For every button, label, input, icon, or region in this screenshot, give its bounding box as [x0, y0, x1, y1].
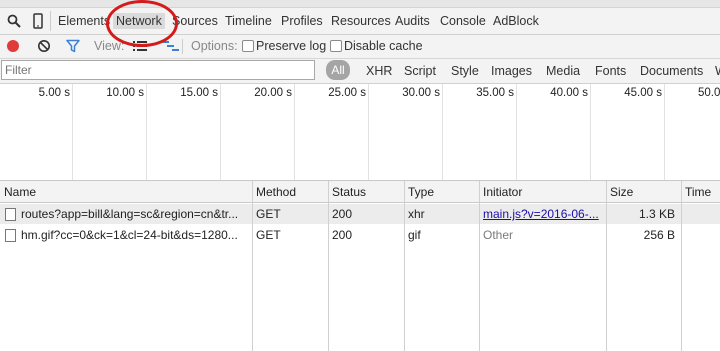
- filter-input[interactable]: [1, 60, 315, 80]
- column-header-size[interactable]: Size: [606, 181, 681, 203]
- document-icon: [5, 208, 16, 221]
- overview-gridline: [664, 84, 665, 180]
- column-divider[interactable]: [328, 181, 329, 351]
- filter-images-button[interactable]: Images: [491, 64, 532, 78]
- network-toolbar: View: Options: Preserve log Disable cach…: [0, 35, 720, 59]
- column-header-method[interactable]: Method: [252, 181, 328, 203]
- clear-icon[interactable]: [37, 39, 51, 53]
- request-type: gif: [408, 228, 421, 242]
- network-request-table: Name Method Status Type Initiator Size T…: [0, 181, 720, 351]
- filter-media-button[interactable]: Media: [546, 64, 580, 78]
- overview-waterfall-icon[interactable]: [163, 40, 179, 52]
- overview-gridline: [368, 84, 369, 180]
- tab-audits[interactable]: Audits: [395, 14, 430, 28]
- tab-network[interactable]: Network: [113, 13, 165, 29]
- overview-tick-label: 15.00 s: [180, 87, 218, 99]
- table-row[interactable]: routes?app=bill&lang=sc&region=cn&tr... …: [0, 204, 720, 224]
- inspect-icon[interactable]: [7, 14, 21, 28]
- overview-gridline: [220, 84, 221, 180]
- filter-fonts-button[interactable]: Fonts: [595, 64, 626, 78]
- tab-console[interactable]: Console: [440, 14, 486, 28]
- overview-gridline: [294, 84, 295, 180]
- column-header-initiator[interactable]: Initiator: [479, 181, 606, 203]
- column-divider[interactable]: [252, 181, 253, 351]
- request-size: 256 B: [643, 228, 675, 242]
- column-divider[interactable]: [479, 181, 480, 351]
- column-divider[interactable]: [606, 181, 607, 351]
- request-status: 200: [332, 228, 353, 242]
- overview-gridline: [146, 84, 147, 180]
- large-rows-icon[interactable]: [133, 40, 147, 52]
- overview-tick-label: 45.00 s: [624, 87, 662, 99]
- preserve-log-label[interactable]: Preserve log: [256, 39, 326, 53]
- filter-script-button[interactable]: Script: [404, 64, 436, 78]
- request-size: 1.3 KB: [638, 207, 675, 221]
- column-divider[interactable]: [681, 181, 682, 351]
- initiator-link-text[interactable]: main.js?v=2016-06-...: [483, 207, 599, 221]
- overview-gridline: [590, 84, 591, 180]
- request-method: GET: [256, 228, 281, 242]
- filter-websockets-button[interactable]: W: [715, 64, 720, 78]
- overview-gridline: [72, 84, 73, 180]
- filter-all-button[interactable]: All: [326, 60, 350, 80]
- tab-timeline[interactable]: Timeline: [225, 14, 272, 28]
- request-status: 200: [332, 207, 353, 221]
- column-header-time[interactable]: Time: [681, 181, 720, 203]
- request-method: GET: [256, 207, 281, 221]
- document-icon: [5, 229, 16, 242]
- table-row[interactable]: hm.gif?cc=0&ck=1&cl=24-bit&ds=1280... GE…: [0, 225, 720, 245]
- request-name[interactable]: routes?app=bill&lang=sc&region=cn&tr...: [17, 204, 252, 224]
- tab-resources[interactable]: Resources: [331, 14, 391, 28]
- tab-elements[interactable]: Elements: [58, 14, 110, 28]
- filter-bar: All XHR Script Style Images Media Fonts …: [0, 59, 720, 84]
- overview-tick-label: 40.00 s: [550, 87, 588, 99]
- device-mode-icon[interactable]: [33, 13, 43, 29]
- request-initiator-link[interactable]: main.js?v=2016-06-...: [479, 204, 606, 224]
- overview-tick-label: 10.00 s: [106, 87, 144, 99]
- column-divider[interactable]: [404, 181, 405, 351]
- options-label: Options:: [191, 39, 238, 53]
- preserve-log-checkbox[interactable]: [242, 40, 254, 52]
- window-top-strip: [0, 0, 720, 8]
- column-header-status[interactable]: Status: [328, 181, 404, 203]
- overview-tick-label: 5.00 s: [38, 87, 70, 99]
- tab-adblock[interactable]: AdBlock: [493, 14, 539, 28]
- record-icon[interactable]: [7, 40, 19, 52]
- request-initiator: Other: [483, 228, 514, 242]
- toolbar-separator: [182, 39, 183, 54]
- disable-cache-label[interactable]: Disable cache: [344, 39, 423, 53]
- filter-documents-button[interactable]: Documents: [640, 64, 703, 78]
- overview-gridline: [516, 84, 517, 180]
- overview-tick-label: 20.00 s: [254, 87, 292, 99]
- column-header-type[interactable]: Type: [404, 181, 479, 203]
- overview-tick-label: 35.00 s: [476, 87, 514, 99]
- request-type: xhr: [408, 207, 425, 221]
- tab-sources[interactable]: Sources: [172, 14, 218, 28]
- tab-separator: [50, 11, 51, 31]
- view-label: View:: [94, 39, 125, 53]
- filter-xhr-button[interactable]: XHR: [366, 64, 392, 78]
- overview-tick-label: 25.00 s: [328, 87, 366, 99]
- column-header-name[interactable]: Name: [0, 181, 252, 203]
- request-name[interactable]: hm.gif?cc=0&ck=1&cl=24-bit&ds=1280...: [17, 225, 252, 245]
- overview-gridline: [442, 84, 443, 180]
- filter-icon[interactable]: [66, 39, 80, 53]
- tab-profiles[interactable]: Profiles: [281, 14, 323, 28]
- devtools-tab-bar: Elements Network Sources Timeline Profil…: [0, 0, 720, 35]
- overview-tick-label: 50.0: [698, 87, 720, 99]
- disable-cache-checkbox[interactable]: [330, 40, 342, 52]
- timeline-overview[interactable]: 5.00 s 10.00 s 15.00 s 20.00 s 25.00 s 3…: [0, 84, 720, 180]
- filter-style-button[interactable]: Style: [451, 64, 479, 78]
- overview-tick-label: 30.00 s: [402, 87, 440, 99]
